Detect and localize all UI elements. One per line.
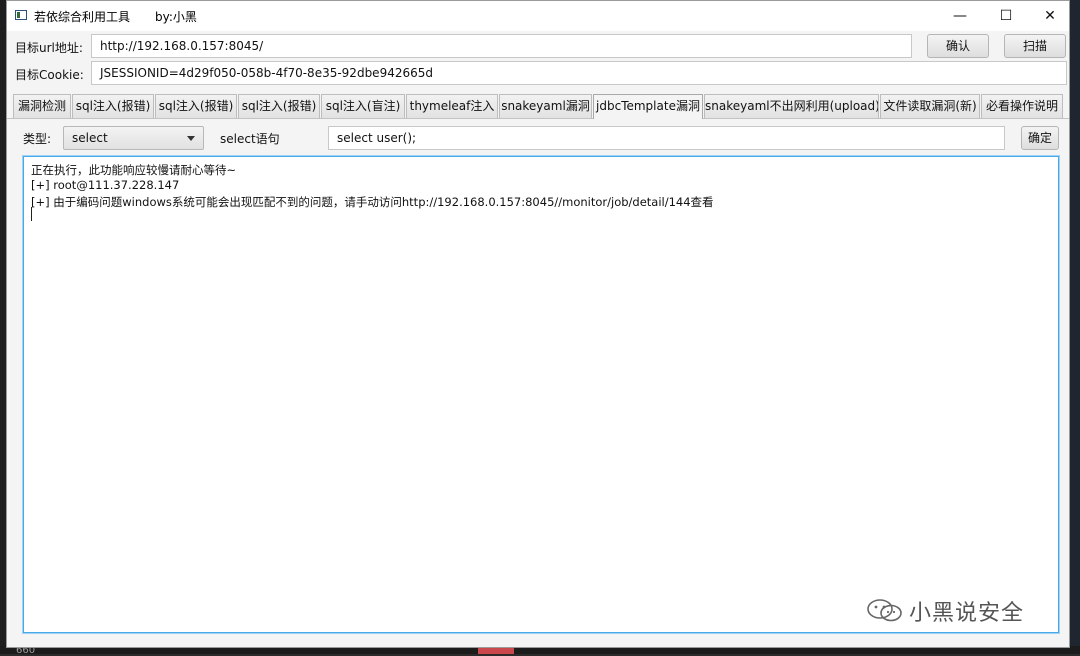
app-icon <box>15 10 27 20</box>
cookie-input[interactable]: JSESSIONID=4d29f050-058b-4f70-8e35-92dbe… <box>91 61 1067 85</box>
wechat-icon <box>867 599 902 622</box>
tab-thymeleaf[interactable]: thymeleaf注入 <box>406 94 498 118</box>
tab-sql-error-3[interactable]: sql注入(报错) <box>238 94 320 118</box>
chevron-down-icon <box>187 136 195 141</box>
tab-sql-error-2[interactable]: sql注入(报错) <box>155 94 237 118</box>
output-line: [+] root@111.37.228.147 <box>31 178 180 192</box>
url-input[interactable]: http://192.168.0.157:8045/ <box>91 34 912 58</box>
window-title: 若依综合利用工具 <box>34 10 131 24</box>
tab-file-read[interactable]: 文件读取漏洞(新) <box>880 94 980 118</box>
type-select-value: select <box>72 131 108 145</box>
watermark-text: 小黑说安全 <box>909 601 1025 626</box>
tab-snakeyaml-upload[interactable]: snakeyaml不出网利用(upload) <box>704 94 879 118</box>
tab-snakeyaml[interactable]: snakeyaml漏洞 <box>499 94 592 118</box>
sql-label: select语句 <box>220 132 280 146</box>
window-author: by:小黑 <box>155 10 197 24</box>
tab-sql-error-1[interactable]: sql注入(报错) <box>72 94 154 118</box>
tab-sql-blind[interactable]: sql注入(盲注) <box>321 94 405 118</box>
cookie-label: 目标Cookie: <box>15 68 84 82</box>
execute-button[interactable]: 确定 <box>1021 126 1059 150</box>
scan-button[interactable]: 扫描 <box>1004 34 1066 58</box>
output-line: 正在执行，此功能响应较慢请耐心等待~ <box>31 163 237 177</box>
text-cursor <box>31 207 32 221</box>
output-line: [+] 由于编码问题windows系统可能会出现匹配不到的问题，请手动访问htt… <box>31 195 714 209</box>
type-label: 类型: <box>23 132 52 146</box>
minimize-icon[interactable]: — <box>937 1 983 31</box>
confirm-button[interactable]: 确认 <box>927 34 989 58</box>
title-bar: 若依综合利用工具 by:小黑 — ☐ ✕ <box>7 1 1069 31</box>
output-textarea[interactable]: 正在执行，此功能响应较慢请耐心等待~ [+] root@111.37.228.1… <box>23 156 1059 633</box>
url-label: 目标url地址: <box>15 41 83 55</box>
tab-jdbctemplate[interactable]: jdbcTemplate漏洞 <box>593 94 703 119</box>
type-select[interactable]: select <box>63 126 204 150</box>
tab-instructions[interactable]: 必看操作说明 <box>981 94 1063 118</box>
maximize-icon[interactable]: ☐ <box>983 1 1029 31</box>
close-icon[interactable]: ✕ <box>1027 1 1073 31</box>
background-red-tab <box>478 648 514 654</box>
tab-vuln-detect[interactable]: 漏洞检测 <box>13 94 71 118</box>
tab-divider <box>7 118 1069 119</box>
sql-input[interactable]: select user(); <box>328 126 1005 150</box>
app-window: 若依综合利用工具 by:小黑 — ☐ ✕ 目标url地址: http://192… <box>6 0 1070 648</box>
